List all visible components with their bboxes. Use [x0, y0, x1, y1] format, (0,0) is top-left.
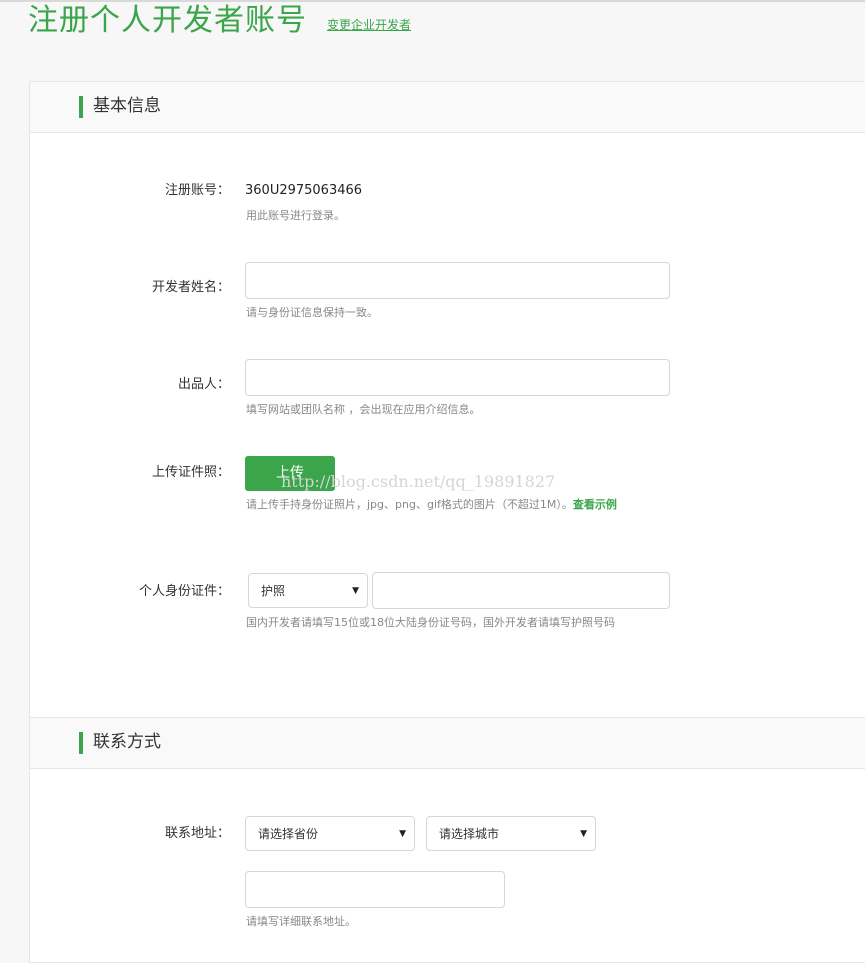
- account-hint: 用此账号进行登录。: [246, 209, 345, 222]
- id-number-input[interactable]: [372, 572, 670, 609]
- id-type-selected-value: 护照: [261, 584, 286, 598]
- id-document-hint: 国内开发者请填写15位或18位大陆身份证号码，国外开发者请填写护照号码: [246, 616, 615, 629]
- upload-hint: 请上传手持身份证照片，jpg、png、gif格式的图片（不超过1M）。查看示例: [246, 497, 617, 513]
- upload-id-photo-label: 上传证件照：: [151, 465, 230, 480]
- address-hint: 请填写详细联系地址。: [246, 915, 356, 928]
- id-type-select[interactable]: 护照 ▼: [248, 573, 368, 608]
- switch-to-enterprise-link[interactable]: 变更企业开发者: [327, 16, 411, 33]
- developer-name-hint: 请与身份证信息保持一致。: [246, 306, 378, 319]
- chevron-down-icon: ▼: [352, 586, 359, 596]
- basic-info-section-title: 基本信息: [93, 96, 161, 116]
- contact-section-header: 联系方式: [30, 717, 865, 769]
- province-select[interactable]: 请选择省份 ▼: [245, 816, 415, 851]
- contact-section-title: 联系方式: [93, 732, 161, 752]
- producer-label: 出品人：: [177, 377, 230, 392]
- page-title: 注册个人开发者账号: [28, 3, 307, 38]
- basic-info-section-header: 基本信息: [30, 82, 865, 133]
- producer-input[interactable]: [245, 359, 670, 396]
- developer-name-input[interactable]: [245, 262, 670, 299]
- address-label: 联系地址：: [164, 826, 230, 841]
- city-select[interactable]: 请选择城市 ▼: [426, 816, 596, 851]
- developer-name-label: 开发者姓名：: [151, 280, 230, 295]
- registration-form-card: 基本信息 注册账号： 360U2975063466 用此账号进行登录。 开发者姓…: [29, 81, 865, 963]
- address-detail-input[interactable]: [245, 871, 505, 908]
- upload-button[interactable]: 上传: [245, 456, 335, 491]
- account-value: 360U2975063466: [245, 183, 363, 198]
- account-label: 注册账号：: [164, 183, 230, 198]
- upload-hint-text: 请上传手持身份证照片，jpg、png、gif格式的图片（不超过1M）。: [246, 498, 573, 511]
- view-example-link[interactable]: 查看示例: [573, 498, 617, 511]
- province-selected-value: 请选择省份: [258, 827, 319, 841]
- section-accent-bar: [79, 96, 83, 118]
- producer-hint: 填写网站或团队名称 ，会出现在应用介绍信息。: [246, 403, 481, 416]
- id-document-label: 个人身份证件：: [138, 584, 230, 599]
- city-selected-value: 请选择城市: [439, 827, 500, 841]
- section-accent-bar: [79, 732, 83, 754]
- chevron-down-icon: ▼: [580, 829, 587, 839]
- chevron-down-icon: ▼: [399, 829, 406, 839]
